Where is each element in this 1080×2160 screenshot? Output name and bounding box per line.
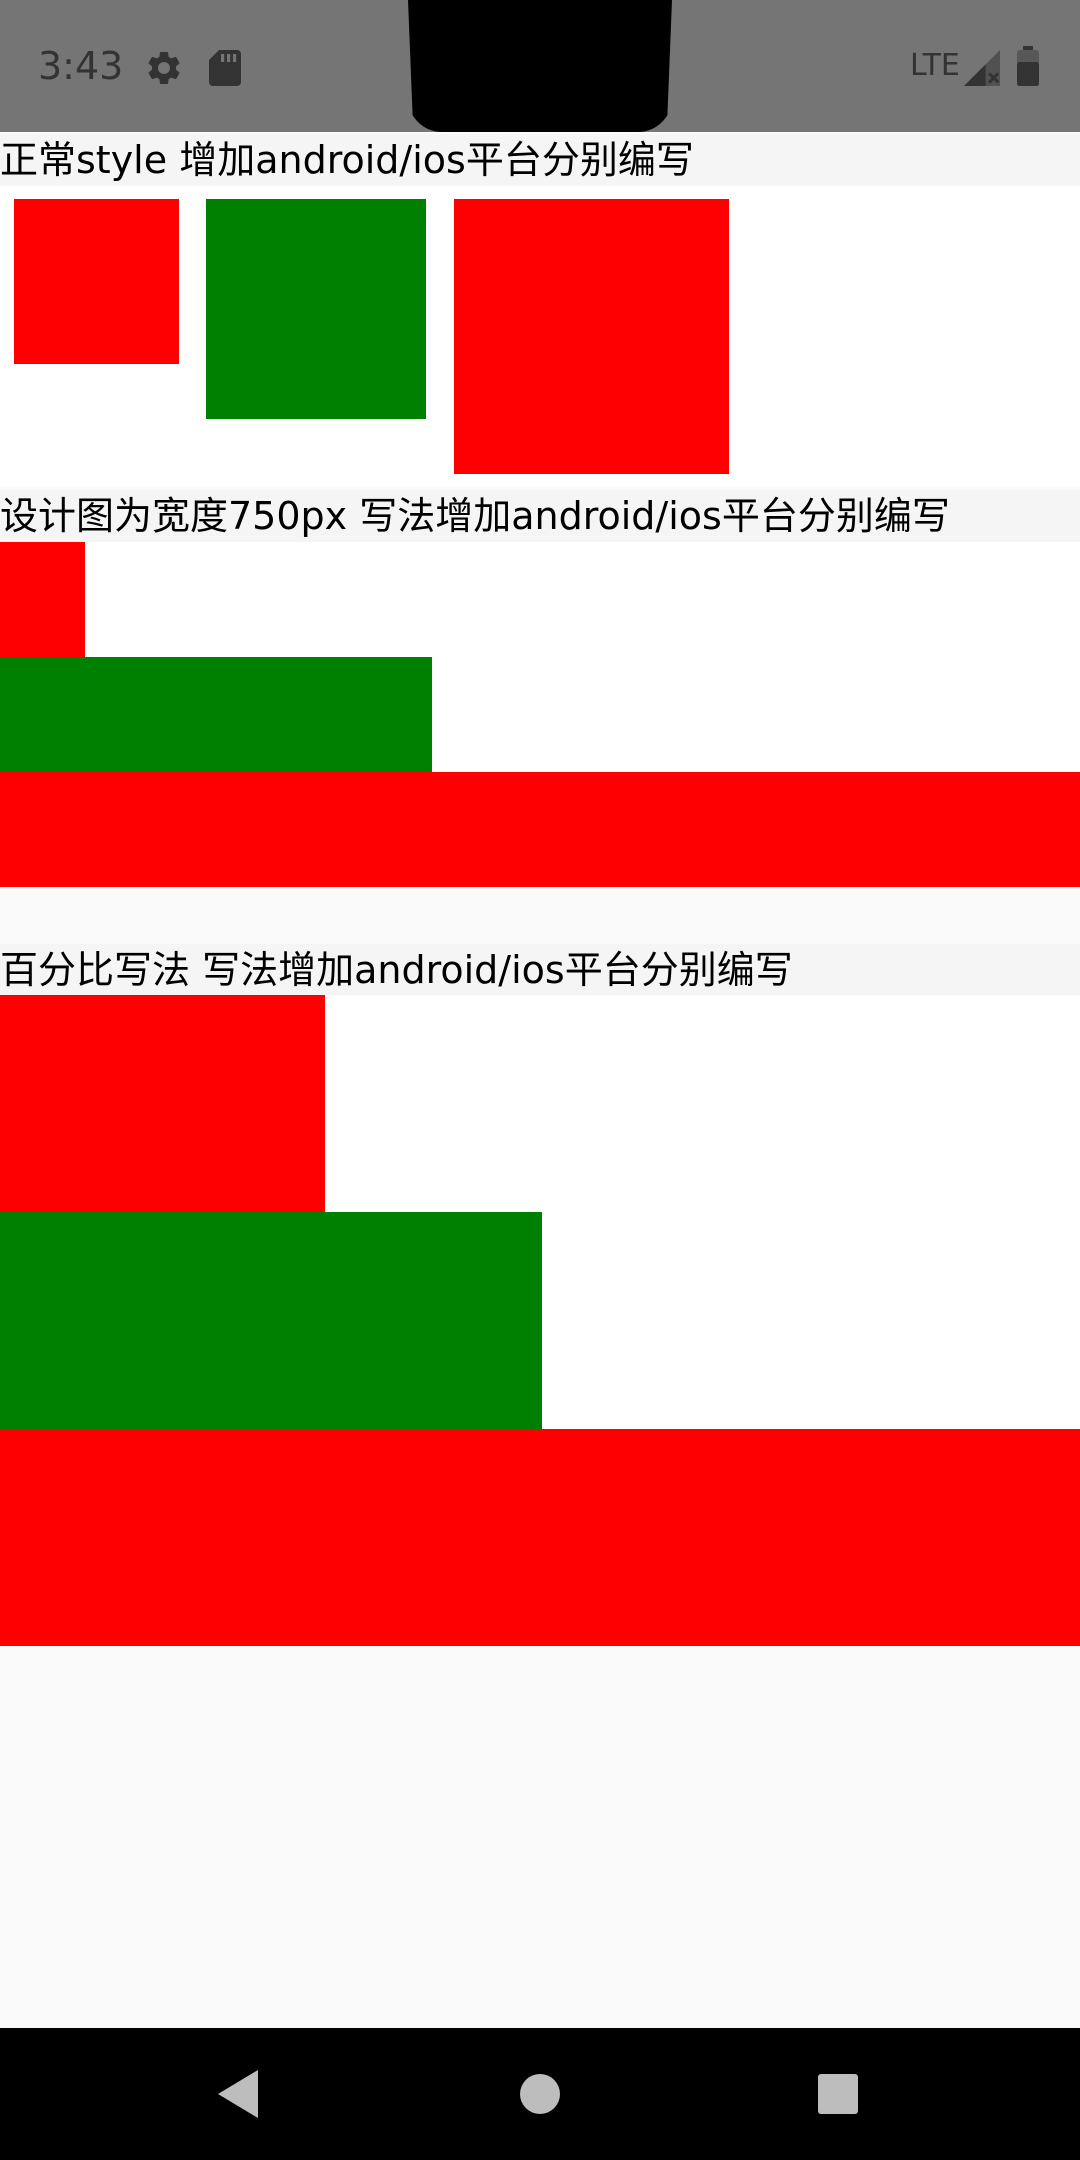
status-bar: 3:43 LTE	[0, 0, 1080, 132]
app-screen: 3:43 LTE 正常style 增加android/ios平台分别编写 设计图…	[0, 0, 1080, 2160]
back-icon[interactable]	[206, 2060, 274, 2128]
percent-red-small-box	[0, 995, 325, 1212]
network-label: LTE	[910, 48, 960, 83]
normal-red-small-box	[14, 199, 179, 364]
section-design-750-content	[0, 542, 1080, 887]
navigation-bar	[0, 2028, 1080, 2160]
signal-icon	[964, 50, 1000, 86]
recents-icon[interactable]	[804, 2060, 872, 2128]
section-percentage-content	[0, 995, 1080, 1646]
design-green-box	[0, 657, 432, 772]
normal-green-box	[206, 199, 426, 419]
percent-red-full-box	[0, 1429, 1080, 1646]
home-icon[interactable]	[506, 2060, 574, 2128]
section-title-normal-style: 正常style 增加android/ios平台分别编写	[0, 134, 1080, 186]
normal-red-large-box	[454, 199, 729, 474]
percent-green-box	[0, 1212, 542, 1429]
sd-card-icon	[209, 50, 241, 86]
section-title-percentage: 百分比写法 写法增加android/ios平台分别编写	[0, 944, 1080, 996]
battery-icon	[1017, 46, 1039, 86]
gear-icon	[148, 51, 180, 84]
design-red-small-box	[0, 542, 85, 657]
camera-notch	[408, 0, 672, 132]
section-normal-style-content	[0, 186, 1080, 486]
design-red-full-box	[0, 772, 1080, 887]
status-time: 3:43	[38, 44, 124, 88]
section-title-design-750: 设计图为宽度750px 写法增加android/ios平台分别编写	[0, 490, 1080, 542]
